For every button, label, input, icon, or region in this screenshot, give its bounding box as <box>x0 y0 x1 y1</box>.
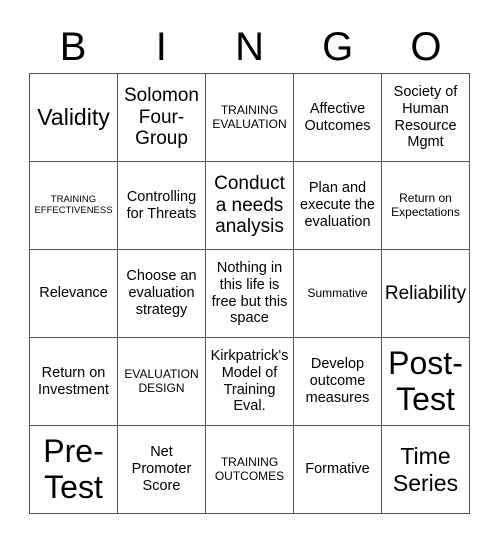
bingo-cell[interactable]: Society of Human Resource Mgmt <box>382 74 470 162</box>
bingo-cell[interactable]: Formative <box>294 426 382 514</box>
bingo-cell[interactable]: EVALUATION DESIGN <box>118 338 206 426</box>
bingo-cell-text: Return on Investment <box>38 364 109 398</box>
bingo-cell[interactable]: Post-Test <box>382 338 470 426</box>
bingo-grid: Validity Solomon Four-Group TRAINING EVALU… <box>29 73 470 514</box>
bingo-cell-text: Controlling for Threats <box>126 188 197 222</box>
bingo-cell-text: TRAINING EFFECTIVENESS <box>34 193 113 216</box>
bingo-cell[interactable]: Net Promoter Score <box>118 426 206 514</box>
bingo-cell-text: Reliability <box>384 282 467 304</box>
bingo-cell-text: Nothing in this life is free but this sp… <box>211 260 288 327</box>
bingo-cell-text: Conduct a needs analysis <box>214 172 285 238</box>
header-letter-g: G <box>322 25 354 69</box>
bingo-cell-text: TRAINING EVALUATION <box>212 102 287 131</box>
bingo-cell[interactable]: Solomon Four-Group <box>118 74 206 162</box>
bingo-cell-text: Formative <box>305 461 370 478</box>
bingo-cell[interactable]: TRAINING OUTCOMES <box>206 426 294 514</box>
bingo-cell[interactable]: Affective Outcomes <box>294 74 382 162</box>
bingo-cell[interactable]: Return on Investment <box>30 338 118 426</box>
bingo-cell-text: Kirkpatrick's Model of Training Eval. <box>210 348 289 415</box>
bingo-cell[interactable]: Conduct a needs analysis <box>206 162 294 250</box>
header-letter-b: B <box>59 25 87 69</box>
bingo-cell[interactable]: Choose an evaluation strategy <box>118 250 206 338</box>
bingo-cell-text: Validity <box>37 104 110 131</box>
bingo-cell[interactable]: Pre-Test <box>30 426 118 514</box>
bingo-cell[interactable]: Relevance <box>30 250 118 338</box>
bingo-cell-text: Net Promoter Score <box>131 444 192 494</box>
bingo-cell-text: Affective Outcomes <box>304 100 371 134</box>
bingo-cell-text: Summative <box>307 285 368 300</box>
bingo-cell-text: Post-Test <box>388 345 463 417</box>
bingo-cell[interactable]: Nothing in this life is free but this sp… <box>206 250 294 338</box>
header-letter-i: I <box>155 25 167 69</box>
header-letter-o: O <box>410 25 442 69</box>
bingo-cell[interactable]: Reliability <box>382 250 470 338</box>
bingo-cell[interactable]: TRAINING EVALUATION <box>206 74 294 162</box>
bingo-cell[interactable]: Plan and execute the evaluation <box>294 162 382 250</box>
bingo-cell-text: Pre-Test <box>43 433 104 505</box>
bingo-cell[interactable]: Return on Expectations <box>382 162 470 250</box>
bingo-cell[interactable]: TRAINING EFFECTIVENESS <box>30 162 118 250</box>
bingo-cell[interactable]: Validity <box>30 74 118 162</box>
bingo-cell-text: TRAINING OUTCOMES <box>214 454 285 483</box>
bingo-cell[interactable]: Summative <box>294 250 382 338</box>
bingo-cell-text: Solomon Four-Group <box>124 84 199 150</box>
bingo-header: B I N G O <box>29 22 470 72</box>
bingo-cell[interactable]: Controlling for Threats <box>118 162 206 250</box>
bingo-cell-text: Plan and execute the evaluation <box>300 180 375 230</box>
bingo-cell-text: Time Series <box>392 443 459 496</box>
bingo-cell-text: Return on Expectations <box>391 190 460 219</box>
bingo-cell[interactable]: Kirkpatrick's Model of Training Eval. <box>206 338 294 426</box>
bingo-cell[interactable]: Time Series <box>382 426 470 514</box>
bingo-cell-text: Society of Human Resource Mgmt <box>393 84 458 151</box>
header-letter-n: N <box>235 25 264 69</box>
bingo-cell-text: EVALUATION DESIGN <box>124 366 199 395</box>
bingo-cell-text: Develop outcome measures <box>305 356 370 406</box>
bingo-cell-text: Choose an evaluation strategy <box>126 268 197 318</box>
bingo-cell-text: Relevance <box>39 285 108 302</box>
bingo-cell[interactable]: Develop outcome measures <box>294 338 382 426</box>
